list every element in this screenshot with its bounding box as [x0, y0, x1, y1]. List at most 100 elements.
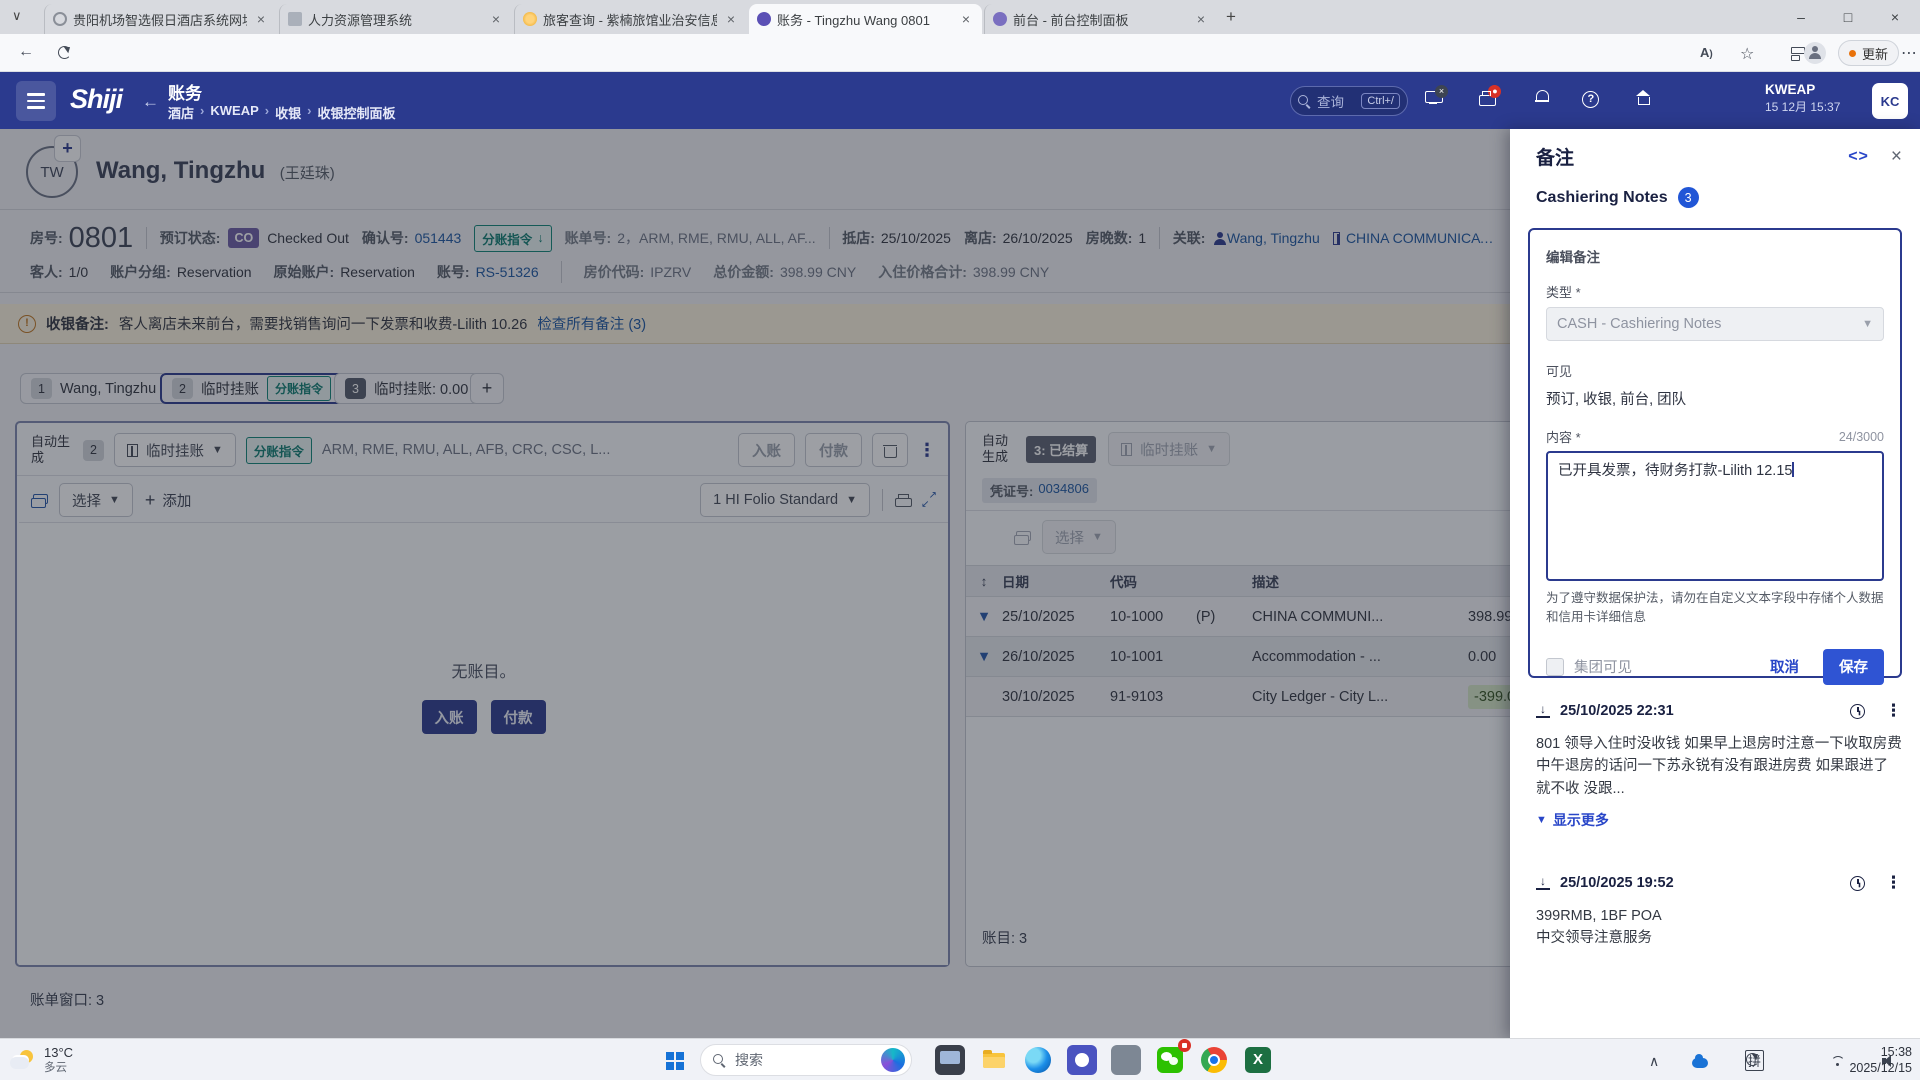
tab-title: 账务 - Tingzhu Wang 0801 — [777, 10, 952, 29]
notifications-bell-icon[interactable] — [1535, 90, 1549, 104]
home-icon[interactable] — [1636, 91, 1651, 104]
workstation-icon[interactable]: × — [1425, 91, 1441, 104]
collections-icon[interactable] — [1791, 47, 1804, 60]
tab-close-icon[interactable]: × — [253, 11, 269, 27]
tab-title: 贵阳机场智选假日酒店系统网址导 — [73, 10, 247, 29]
onedrive-cloud-icon[interactable] — [1692, 1058, 1708, 1068]
browser-update-button[interactable]: 更新 — [1838, 40, 1899, 66]
read-aloud-icon[interactable]: A) — [1700, 45, 1713, 60]
browser-tab[interactable]: 贵阳机场智选假日酒店系统网址导 × — [44, 4, 277, 34]
blue-app-icon[interactable] — [1067, 1045, 1097, 1075]
note-content-text: 已开具发票，待财务打款-Lilith 12.15 — [1558, 463, 1792, 479]
note-timestamp: 25/10/2025 19:52 — [1560, 875, 1674, 891]
visibility-label: 可见 — [1546, 361, 1884, 380]
note-source-icon — [1536, 876, 1550, 890]
breadcrumb: 酒店› KWEAP› 收银› 收银控制面板 — [168, 103, 395, 122]
global-search-input[interactable]: 查询 Ctrl+/ — [1290, 86, 1408, 116]
start-button-icon[interactable] — [666, 1052, 674, 1060]
breadcrumb-item[interactable]: 收银控制面板 — [317, 103, 395, 122]
browser-tab[interactable]: 旅客查询 - 紫楠旅馆业治安信息管 × — [514, 4, 747, 34]
note-kebab-menu-icon[interactable]: ⋮ — [1885, 701, 1902, 721]
browser-tab-active[interactable]: 账务 - Tingzhu Wang 0801 × — [749, 4, 982, 34]
tab-close-icon[interactable]: × — [488, 11, 504, 27]
note-item: 25/10/2025 22:31 ⋮ 801 领导入住时没收钱 如果早上退房时注… — [1536, 701, 1902, 830]
history-clock-icon[interactable] — [1850, 704, 1865, 719]
search-shortcut-badge: Ctrl+/ — [1361, 93, 1400, 109]
text-caret — [1792, 462, 1794, 477]
page-title: 账务 — [168, 79, 202, 104]
tab-close-icon[interactable]: × — [1193, 11, 1209, 27]
type-label: 类型 * — [1546, 282, 1884, 301]
ime-indicator[interactable]: 拼 — [1745, 1050, 1764, 1071]
close-drawer-icon[interactable]: × — [1891, 146, 1902, 168]
save-button[interactable]: 保存 — [1823, 649, 1884, 685]
notification-badge — [1178, 1039, 1191, 1052]
file-explorer-icon[interactable] — [979, 1045, 1009, 1075]
user-avatar[interactable]: KC — [1872, 83, 1908, 119]
gdpr-helper-text: 为了遵守数据保护法，请勿在自定义文本字段中存储个人数据和信用卡详细信息 — [1546, 589, 1884, 627]
notes-section-header: Cashiering Notes 3 — [1536, 187, 1699, 208]
chevron-down-icon: ▼ — [1536, 814, 1547, 826]
new-tab-button[interactable]: + — [1226, 7, 1236, 27]
window-close-button[interactable]: × — [1872, 0, 1918, 34]
breadcrumb-item[interactable]: 酒店 — [168, 103, 194, 122]
browser-tab[interactable]: 人力资源管理系统 × — [279, 4, 512, 34]
browser-tab[interactable]: 前台 - 前台控制面板 × — [984, 4, 1217, 34]
note-header-row: 25/10/2025 19:52 ⋮ — [1536, 873, 1902, 893]
search-icon — [713, 1054, 726, 1067]
excel-icon[interactable] — [1243, 1045, 1273, 1075]
update-dot-icon — [1849, 50, 1856, 57]
profile-avatar-icon[interactable] — [1804, 42, 1826, 64]
chrome-icon[interactable] — [1199, 1045, 1229, 1075]
windows-taskbar: 13°C 多云 搜索 ∧ 拼 15:38 2025/12/15 — [0, 1038, 1920, 1080]
history-clock-icon[interactable] — [1850, 876, 1865, 891]
edge-browser-icon[interactable] — [1023, 1045, 1053, 1075]
cash-register-icon[interactable]: ● — [1479, 91, 1494, 104]
window-minimize-button[interactable]: – — [1778, 0, 1824, 34]
edit-note-form: 编辑备注 类型 * CASH - Cashiering Notes ▼ 可见 预… — [1528, 228, 1902, 678]
remote-desktop-app-icon[interactable] — [935, 1045, 965, 1075]
code-view-icon[interactable]: <> — [1848, 148, 1869, 166]
drawer-title: 备注 — [1536, 143, 1574, 170]
favorite-star-icon[interactable]: ☆ — [1740, 44, 1754, 64]
taskbar-clock[interactable]: 15:38 2025/12/15 — [1849, 1044, 1912, 1077]
property-block: KWEAP 15 12月 15:37 — [1765, 81, 1840, 115]
show-more-link[interactable]: ▼ 显示更多 — [1536, 810, 1902, 830]
back-icon[interactable]: ← — [18, 43, 34, 61]
police-favicon — [523, 12, 537, 26]
help-icon[interactable] — [1582, 91, 1599, 108]
note-text-line: 399RMB, 1BF POA — [1536, 905, 1902, 927]
tray-chevron-up-icon[interactable]: ∧ — [1649, 1053, 1659, 1070]
content-label: 内容 * — [1546, 427, 1581, 446]
note-kebab-menu-icon[interactable]: ⋮ — [1885, 873, 1902, 893]
weather-temp: 13°C — [44, 1045, 73, 1061]
note-source-icon — [1536, 704, 1550, 718]
property-code: KWEAP — [1765, 81, 1840, 99]
taskbar-search-input[interactable]: 搜索 — [700, 1044, 912, 1076]
weather-icon — [10, 1050, 36, 1070]
breadcrumb-item[interactable]: KWEAP — [210, 103, 258, 122]
gray-app-icon[interactable] — [1111, 1045, 1141, 1075]
shiji-logo: Shiji — [70, 84, 122, 115]
browser-tab-strip: ∨ 贵阳机场智选假日酒店系统网址导 × 人力资源管理系统 × 旅客查询 - 紫楠… — [0, 0, 1920, 34]
note-content-textarea[interactable]: 已开具发票，待财务打款-Lilith 12.15 — [1546, 451, 1884, 581]
wifi-icon[interactable] — [1831, 1056, 1845, 1067]
note-text: 801 领导入住时没收钱 如果早上退房时注意一下收取房费 中午退房的话问一下苏永… — [1536, 733, 1902, 800]
refresh-icon[interactable] — [58, 46, 71, 59]
browser-navbar: ← https://cn1.web.ep.shiji.world/reserva… — [0, 34, 1920, 72]
breadcrumb-item[interactable]: 收银 — [275, 103, 301, 122]
weather-widget[interactable]: 13°C 多云 — [10, 1045, 73, 1076]
browser-menu-icon[interactable]: ⋯ — [1901, 43, 1917, 63]
tab-search-icon[interactable]: ∨ — [12, 8, 22, 24]
char-counter: 24/3000 — [1839, 430, 1884, 444]
tab-close-icon[interactable]: × — [723, 11, 739, 27]
wechat-icon[interactable] — [1155, 1045, 1185, 1075]
group-visible-checkbox[interactable] — [1546, 658, 1564, 676]
hamburger-menu-button[interactable] — [16, 81, 56, 121]
window-maximize-button[interactable]: □ — [1825, 0, 1871, 34]
cancel-button[interactable]: 取消 — [1770, 656, 1799, 677]
app-back-icon[interactable]: ← — [142, 92, 159, 112]
drawer-title-row: 备注 <> × — [1536, 143, 1902, 170]
tab-title: 旅客查询 - 紫楠旅馆业治安信息管 — [543, 10, 717, 29]
tab-close-icon[interactable]: × — [958, 11, 974, 27]
